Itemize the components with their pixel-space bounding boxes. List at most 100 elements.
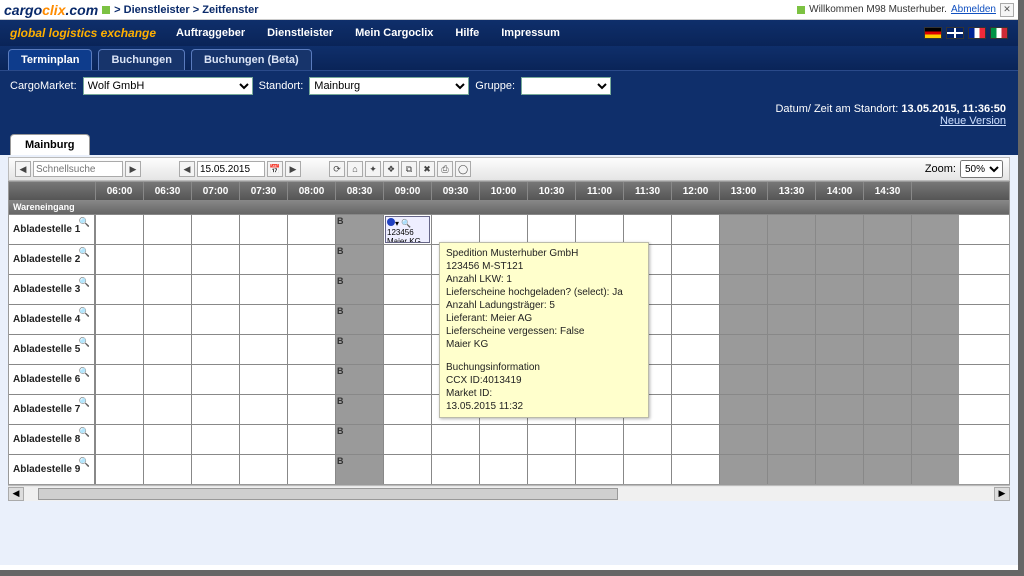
schedule-cell[interactable] (671, 215, 719, 244)
flag-de-icon[interactable] (924, 27, 942, 39)
row-label[interactable]: Abladestelle 9🔍 (9, 455, 95, 484)
schedule-cell[interactable] (671, 455, 719, 484)
schedule-cell[interactable] (767, 245, 815, 274)
print-icon[interactable]: ⎙ (437, 161, 453, 177)
schedule-cell[interactable] (239, 215, 287, 244)
scroll-track[interactable] (24, 487, 994, 501)
schedule-cell[interactable] (287, 395, 335, 424)
delete-icon[interactable]: ✖ (419, 161, 435, 177)
magnify-icon[interactable]: 🔍 (79, 397, 90, 408)
schedule-cell[interactable] (719, 305, 767, 334)
schedule-cell[interactable] (287, 365, 335, 394)
magnify-icon[interactable]: 🔍 (79, 337, 90, 348)
schedule-cell[interactable] (623, 215, 671, 244)
home-icon[interactable]: ⌂ (347, 161, 363, 177)
row-label[interactable]: Abladestelle 1🔍 (9, 215, 95, 244)
schedule-cell[interactable] (815, 305, 863, 334)
schedule-cell[interactable] (863, 395, 911, 424)
schedule-cell[interactable] (479, 425, 527, 454)
schedule-cell[interactable] (95, 275, 143, 304)
schedule-cell[interactable] (239, 275, 287, 304)
schedule-cell[interactable] (767, 365, 815, 394)
schedule-cell[interactable] (479, 455, 527, 484)
schedule-cell[interactable] (95, 395, 143, 424)
schedule-cell[interactable] (671, 275, 719, 304)
schedule-cell[interactable] (719, 215, 767, 244)
row-label[interactable]: Abladestelle 2🔍 (9, 245, 95, 274)
schedule-cell[interactable] (239, 455, 287, 484)
row-label[interactable]: Abladestelle 7🔍 (9, 395, 95, 424)
flag-it-icon[interactable] (990, 27, 1008, 39)
schedule-cell[interactable] (815, 395, 863, 424)
schedule-cell[interactable] (815, 425, 863, 454)
magnify-icon[interactable]: 🔍 (79, 427, 90, 438)
schedule-cell[interactable] (623, 425, 671, 454)
schedule-cell[interactable] (191, 455, 239, 484)
schedule-cell[interactable] (719, 455, 767, 484)
row-label[interactable]: Abladestelle 4🔍 (9, 305, 95, 334)
schedule-cell[interactable] (623, 455, 671, 484)
calendar-icon[interactable]: 📅 (267, 161, 283, 177)
schedule-cell[interactable] (143, 215, 191, 244)
schedule-cell[interactable] (95, 305, 143, 334)
schedule-cell[interactable] (863, 245, 911, 274)
nav-impressum[interactable]: Impressum (501, 27, 560, 39)
schedule-cell[interactable] (239, 395, 287, 424)
magnify-icon[interactable]: 🔍 (79, 367, 90, 378)
scroll-right-icon[interactable]: ▶ (994, 487, 1010, 501)
schedule-cell[interactable] (863, 455, 911, 484)
schedule-cell[interactable]: B (335, 455, 383, 484)
schedule-cell[interactable] (719, 425, 767, 454)
date-input[interactable] (197, 161, 265, 177)
schedule-cell[interactable] (671, 335, 719, 364)
schedule-cell[interactable] (191, 365, 239, 394)
schedule-cell[interactable] (527, 425, 575, 454)
schedule-cell[interactable] (383, 335, 431, 364)
flag-uk-icon[interactable] (946, 27, 964, 39)
window-close-icon[interactable]: ✕ (1000, 3, 1014, 17)
schedule-cell[interactable] (287, 305, 335, 334)
magnify-icon[interactable]: 🔍 (79, 307, 90, 318)
schedule-cell[interactable] (863, 365, 911, 394)
schedule-cell[interactable] (287, 335, 335, 364)
schedule-cell[interactable] (143, 245, 191, 274)
nav-dienstleister[interactable]: Dienstleister (267, 27, 333, 39)
schedule-cell[interactable] (143, 455, 191, 484)
schedule-cell[interactable] (863, 335, 911, 364)
schedule-cell[interactable] (911, 395, 959, 424)
schedule-cell[interactable] (815, 455, 863, 484)
schedule-cell[interactable] (719, 365, 767, 394)
tool-icon-2[interactable]: ❖ (383, 161, 399, 177)
schedule-cell[interactable] (191, 335, 239, 364)
schedule-cell[interactable]: B (335, 305, 383, 334)
schedule-cell[interactable] (863, 425, 911, 454)
schedule-cell[interactable] (383, 305, 431, 334)
schedule-cell[interactable] (911, 455, 959, 484)
copy-icon[interactable]: ⧉ (401, 161, 417, 177)
schedule-cell[interactable] (671, 245, 719, 274)
scroll-left-icon[interactable]: ◀ (8, 487, 24, 501)
schedule-cell[interactable] (239, 305, 287, 334)
schedule-cell[interactable] (143, 365, 191, 394)
schedule-cell[interactable] (431, 455, 479, 484)
schedule-cell[interactable] (671, 395, 719, 424)
schedule-cell[interactable] (767, 335, 815, 364)
schedule-cell[interactable] (95, 335, 143, 364)
schedule-cell[interactable]: B (335, 365, 383, 394)
schedule-cell[interactable] (527, 455, 575, 484)
schedule-cell[interactable] (719, 335, 767, 364)
schedule-cell[interactable] (719, 245, 767, 274)
magnify-icon[interactable]: 🔍 (79, 277, 90, 288)
horizontal-scrollbar[interactable]: ◀ ▶ (8, 485, 1010, 501)
date-next-icon[interactable]: ▶ (285, 161, 301, 177)
schedule-cell[interactable] (815, 245, 863, 274)
tab-buchungen-beta[interactable]: Buchungen (Beta) (191, 49, 312, 70)
schedule-cell[interactable] (239, 365, 287, 394)
booking-block[interactable]: ▾ 🔍123456Maier KG M (385, 216, 430, 243)
schedule-cell[interactable] (671, 305, 719, 334)
new-version-link[interactable]: Neue Version (940, 115, 1006, 127)
schedule-cell[interactable] (767, 305, 815, 334)
magnify-icon[interactable]: 🔍 (79, 457, 90, 468)
settings-icon[interactable]: ◯ (455, 161, 471, 177)
breadcrumb[interactable]: > Dienstleister > Zeitfenster (114, 4, 258, 16)
